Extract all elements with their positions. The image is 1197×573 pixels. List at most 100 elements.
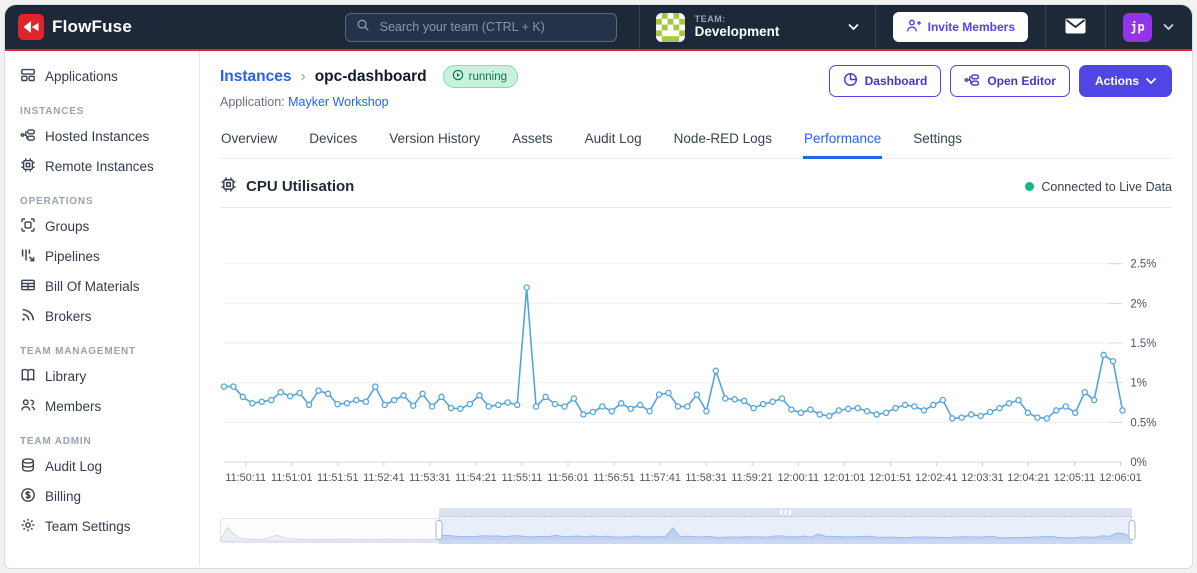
tab-node-red-logs[interactable]: Node-RED Logs [673,125,773,159]
navigator-unselected-zone[interactable] [220,518,439,543]
actions-button-label: Actions [1094,74,1139,88]
svg-text:0.5%: 0.5% [1130,417,1156,429]
user-menu[interactable]: jp [1106,12,1192,42]
navigator-left-handle[interactable] [435,520,443,540]
navigator-drag-bar[interactable] [438,508,1132,517]
app-body: Applications INSTANCES Hosted Instances … [5,51,1192,566]
navigator-pre-series [221,519,439,542]
search-input[interactable] [377,19,606,35]
main-content: Instances › opc-dashboard running Applic… [200,51,1192,566]
tab-version-history[interactable]: Version History [388,125,481,159]
sidebar-section-team-admin: TEAM ADMIN [20,436,92,447]
chevron-down-icon [1163,18,1174,36]
svg-text:11:55:11: 11:55:11 [502,472,543,484]
hosted-instances-icon [20,127,36,146]
svg-text:12:05:11: 12:05:11 [1054,472,1096,484]
tab-performance[interactable]: Performance [802,125,883,159]
breadcrumb-instances-link[interactable]: Instances [220,68,292,86]
sidebar-item-groups[interactable]: Groups [5,211,199,241]
gear-icon [20,517,36,536]
bill-of-materials-icon [20,277,36,296]
sidebar-item-label: Billing [45,488,82,504]
svg-text:12:03:31: 12:03:31 [961,472,1003,484]
navigator-right-handle[interactable] [1128,520,1136,540]
top-navbar: FlowFuse TEAM: Development [5,5,1192,51]
chart-navigator [220,508,1136,544]
drag-grip-icon [779,509,791,515]
navigator-selection-body[interactable] [438,517,1132,544]
notifications-button[interactable] [1046,18,1105,37]
application-link[interactable]: Mayker Workshop [288,95,389,109]
sidebar-item-label: Members [45,398,102,414]
svg-text:2%: 2% [1130,298,1146,310]
sidebar-item-pipelines[interactable]: Pipelines [5,241,199,271]
application-line: Application: Mayker Workshop [220,95,518,109]
sidebar-item-brokers[interactable]: Brokers [5,301,199,331]
audit-log-icon [20,457,36,476]
sidebar-item-remote-instances[interactable]: Remote Instances [5,151,199,181]
svg-text:11:57:41: 11:57:41 [639,472,681,484]
open-editor-button[interactable]: Open Editor [950,65,1070,97]
live-status-label: Connected to Live Data [1041,179,1172,194]
tab-settings[interactable]: Settings [912,125,963,159]
search-icon [356,18,370,37]
flowfuse-logo-icon [18,14,44,40]
pipelines-icon [20,247,36,266]
user-plus-icon [906,18,921,36]
brand-name: FlowFuse [52,17,132,36]
actions-button[interactable]: Actions [1078,65,1172,97]
sidebar-item-label: Bill Of Materials [45,278,140,294]
sidebar-item-bill-of-materials[interactable]: Bill Of Materials [5,271,199,301]
tab-overview[interactable]: Overview [220,125,278,159]
svg-text:1.5%: 1.5% [1130,338,1156,350]
sidebar-item-label: Remote Instances [45,158,154,174]
sidebar-item-team-settings[interactable]: Team Settings [5,511,199,541]
sidebar-item-label: Brokers [45,308,92,324]
sidebar-item-hosted-instances[interactable]: Hosted Instances [5,121,199,151]
sidebar-item-audit-log[interactable]: Audit Log [5,451,199,481]
svg-text:12:01:51: 12:01:51 [869,472,911,484]
brand[interactable]: FlowFuse [18,14,132,40]
svg-text:12:04:21: 12:04:21 [1007,472,1049,484]
page-header-left: Instances › opc-dashboard running Applic… [220,65,519,109]
svg-text:11:59:21: 11:59:21 [731,472,773,484]
chart-title: CPU Utilisation [246,178,355,195]
svg-text:11:51:51: 11:51:51 [317,472,359,484]
tab-devices[interactable]: Devices [308,125,358,159]
team-avatar [655,12,685,42]
pie-chart-icon [843,72,858,90]
invite-members-button[interactable]: Invite Members [892,12,1028,42]
dashboard-button[interactable]: Dashboard [828,65,942,97]
team-switcher[interactable]: TEAM: Development [640,12,875,42]
sidebar: Applications INSTANCES Hosted Instances … [5,51,200,566]
svg-text:11:56:51: 11:56:51 [593,472,635,484]
navigator-selection[interactable] [438,508,1132,544]
sidebar-item-label: Applications [45,68,118,84]
breadcrumb: Instances › opc-dashboard running [220,65,519,88]
sidebar-item-members[interactable]: Members [5,391,199,421]
svg-text:12:06:01: 12:06:01 [1099,472,1141,484]
team-search[interactable] [344,12,617,42]
sidebar-item-label: Library [45,368,87,384]
sidebar-item-library[interactable]: Library [5,361,199,391]
svg-text:11:52:41: 11:52:41 [363,472,405,484]
sidebar-item-label: Team Settings [45,518,131,534]
sidebar-item-applications[interactable]: Applications [5,61,199,91]
sidebar-item-label: Pipelines [45,248,100,264]
team-labels: TEAM: Development [695,14,780,40]
cpu-utilisation-panel: CPU Utilisation Connected to Live Data 0… [220,176,1172,544]
sidebar-item-label: Groups [45,218,90,234]
sidebar-item-label: Hosted Instances [45,128,150,144]
sidebar-section-team-management: TEAM MANAGEMENT [20,346,136,357]
chevron-down-icon [848,18,859,36]
live-dot-icon [1025,182,1035,191]
applications-icon [20,67,36,86]
library-icon [20,367,36,386]
tab-assets[interactable]: Assets [511,125,554,159]
tab-audit-log[interactable]: Audit Log [584,125,643,159]
navbar-divider [874,5,876,49]
svg-text:11:50:11: 11:50:11 [225,472,266,484]
dashboard-button-label: Dashboard [864,74,928,88]
status-badge: running [442,65,519,88]
sidebar-item-billing[interactable]: Billing [5,481,199,511]
